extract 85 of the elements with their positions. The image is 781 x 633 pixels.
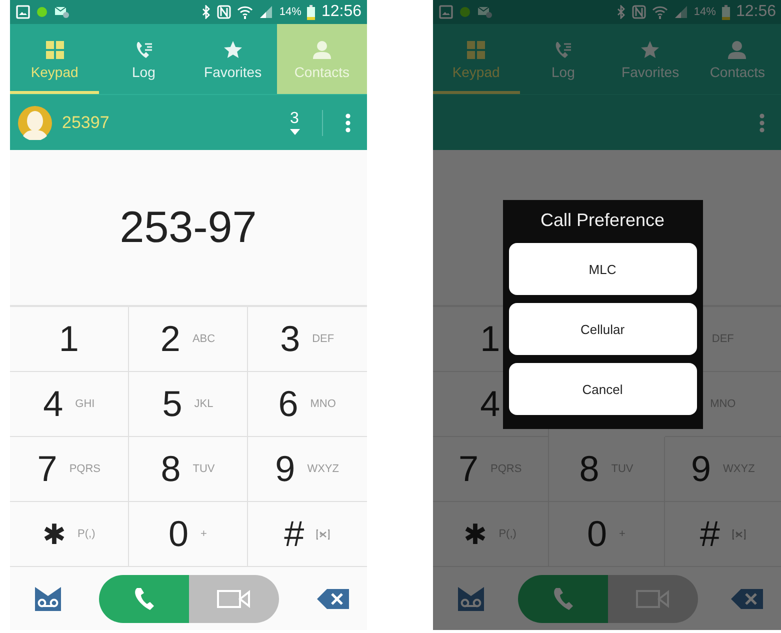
mute-icon bbox=[316, 528, 330, 540]
tab[interactable]: Contacts bbox=[694, 24, 781, 94]
avatar-icon bbox=[18, 106, 52, 140]
key-digit[interactable]: 3 bbox=[280, 318, 300, 360]
key-letters: ABC bbox=[192, 333, 216, 345]
dot-icon bbox=[458, 6, 470, 18]
key-digit[interactable]: 4 bbox=[43, 383, 64, 425]
picture-icon bbox=[16, 5, 30, 19]
bluetooth-icon bbox=[201, 5, 212, 19]
contact-number: 25397 bbox=[62, 112, 110, 132]
key-digit[interactable]: 1 bbox=[480, 318, 500, 360]
picture-icon bbox=[438, 5, 452, 19]
backspace-icon[interactable] bbox=[316, 588, 348, 608]
star-icon bbox=[640, 40, 660, 60]
battery-percent: 14% bbox=[694, 6, 716, 18]
key-digit[interactable]: 5 bbox=[162, 383, 182, 425]
voicemail-icon[interactable] bbox=[456, 586, 484, 612]
dot-icon bbox=[36, 6, 48, 18]
person-icon bbox=[312, 40, 332, 60]
key-digit[interactable]: 7 bbox=[37, 448, 58, 490]
key-digit[interactable]: 7 bbox=[458, 448, 478, 490]
battery-icon bbox=[722, 4, 730, 20]
key-letters: WXYZ bbox=[307, 463, 339, 475]
message-icon bbox=[476, 5, 492, 19]
key-letters: GHI bbox=[75, 398, 95, 410]
key-digit[interactable]: 0 bbox=[587, 513, 608, 555]
message-icon bbox=[54, 5, 70, 19]
tab[interactable]: Favorites bbox=[606, 24, 694, 94]
key-digit[interactable]: 0 bbox=[168, 513, 189, 555]
voicemail-icon[interactable] bbox=[34, 586, 62, 612]
key-digit[interactable]: # bbox=[284, 513, 304, 555]
key-letters: + bbox=[619, 528, 626, 540]
keypad-icon bbox=[466, 40, 486, 60]
video-camera-icon bbox=[217, 588, 252, 610]
key-digit[interactable]: ✱ bbox=[464, 518, 487, 550]
clock-time: 12:56 bbox=[736, 3, 776, 21]
key-digit[interactable]: 1 bbox=[58, 318, 79, 360]
more-menu-icon[interactable] bbox=[759, 112, 765, 132]
key-digit[interactable]: 9 bbox=[275, 448, 296, 490]
key-letters: JKL bbox=[194, 398, 214, 410]
key-digit[interactable]: ✱ bbox=[42, 518, 66, 550]
key-digit[interactable]: 4 bbox=[480, 383, 500, 425]
video-camera-icon bbox=[636, 588, 670, 610]
clock-time: 12:56 bbox=[321, 3, 362, 21]
dialed-number: 253-97 bbox=[120, 202, 257, 252]
key-letters: PQRS bbox=[69, 463, 101, 475]
sim-count-selector[interactable]: 3 bbox=[290, 110, 300, 135]
wifi-icon bbox=[237, 5, 254, 19]
video-call-button[interactable] bbox=[608, 574, 698, 622]
call-button[interactable] bbox=[518, 574, 608, 622]
tab[interactable]: Log bbox=[520, 24, 607, 94]
battery-icon bbox=[307, 4, 316, 20]
signal-icon bbox=[259, 5, 274, 19]
bluetooth-icon bbox=[616, 5, 626, 19]
key-digit[interactable]: 2 bbox=[160, 318, 180, 360]
more-menu-icon[interactable] bbox=[344, 112, 350, 132]
backspace-icon[interactable] bbox=[731, 588, 763, 608]
call-button[interactable] bbox=[99, 574, 190, 622]
key-digit[interactable]: 8 bbox=[579, 448, 600, 490]
person-icon bbox=[727, 40, 748, 60]
key-digit[interactable]: # bbox=[700, 513, 720, 555]
keypad-icon bbox=[44, 40, 65, 60]
tab[interactable]: Favorites bbox=[188, 24, 278, 94]
battery-percent: 14% bbox=[279, 6, 302, 18]
video-call-button[interactable] bbox=[189, 574, 280, 622]
key-letters: MNO bbox=[310, 398, 336, 410]
nfc-icon bbox=[217, 5, 232, 19]
wifi-icon bbox=[652, 5, 668, 19]
key-digit[interactable]: 9 bbox=[691, 448, 712, 490]
tab[interactable]: Log bbox=[99, 24, 188, 94]
dialog-option-button[interactable]: Cancel bbox=[508, 363, 696, 415]
caret-icon bbox=[290, 129, 300, 135]
dialog-option-button[interactable]: MLC bbox=[508, 243, 696, 295]
key-digit[interactable]: 6 bbox=[278, 383, 298, 425]
key-letters: DEF bbox=[312, 333, 334, 345]
mute-icon bbox=[732, 528, 746, 540]
dialog-option-button[interactable]: Cellular bbox=[508, 303, 696, 355]
key-letters: + bbox=[200, 528, 207, 540]
key-letters: TUV bbox=[192, 463, 215, 475]
phone-list-icon bbox=[553, 40, 574, 60]
key-letters: P(,) bbox=[78, 528, 96, 540]
dialog-title: Call Preference bbox=[540, 209, 665, 232]
nfc-icon bbox=[632, 5, 646, 19]
star-icon bbox=[222, 40, 243, 60]
key-digit[interactable]: 8 bbox=[160, 448, 181, 490]
